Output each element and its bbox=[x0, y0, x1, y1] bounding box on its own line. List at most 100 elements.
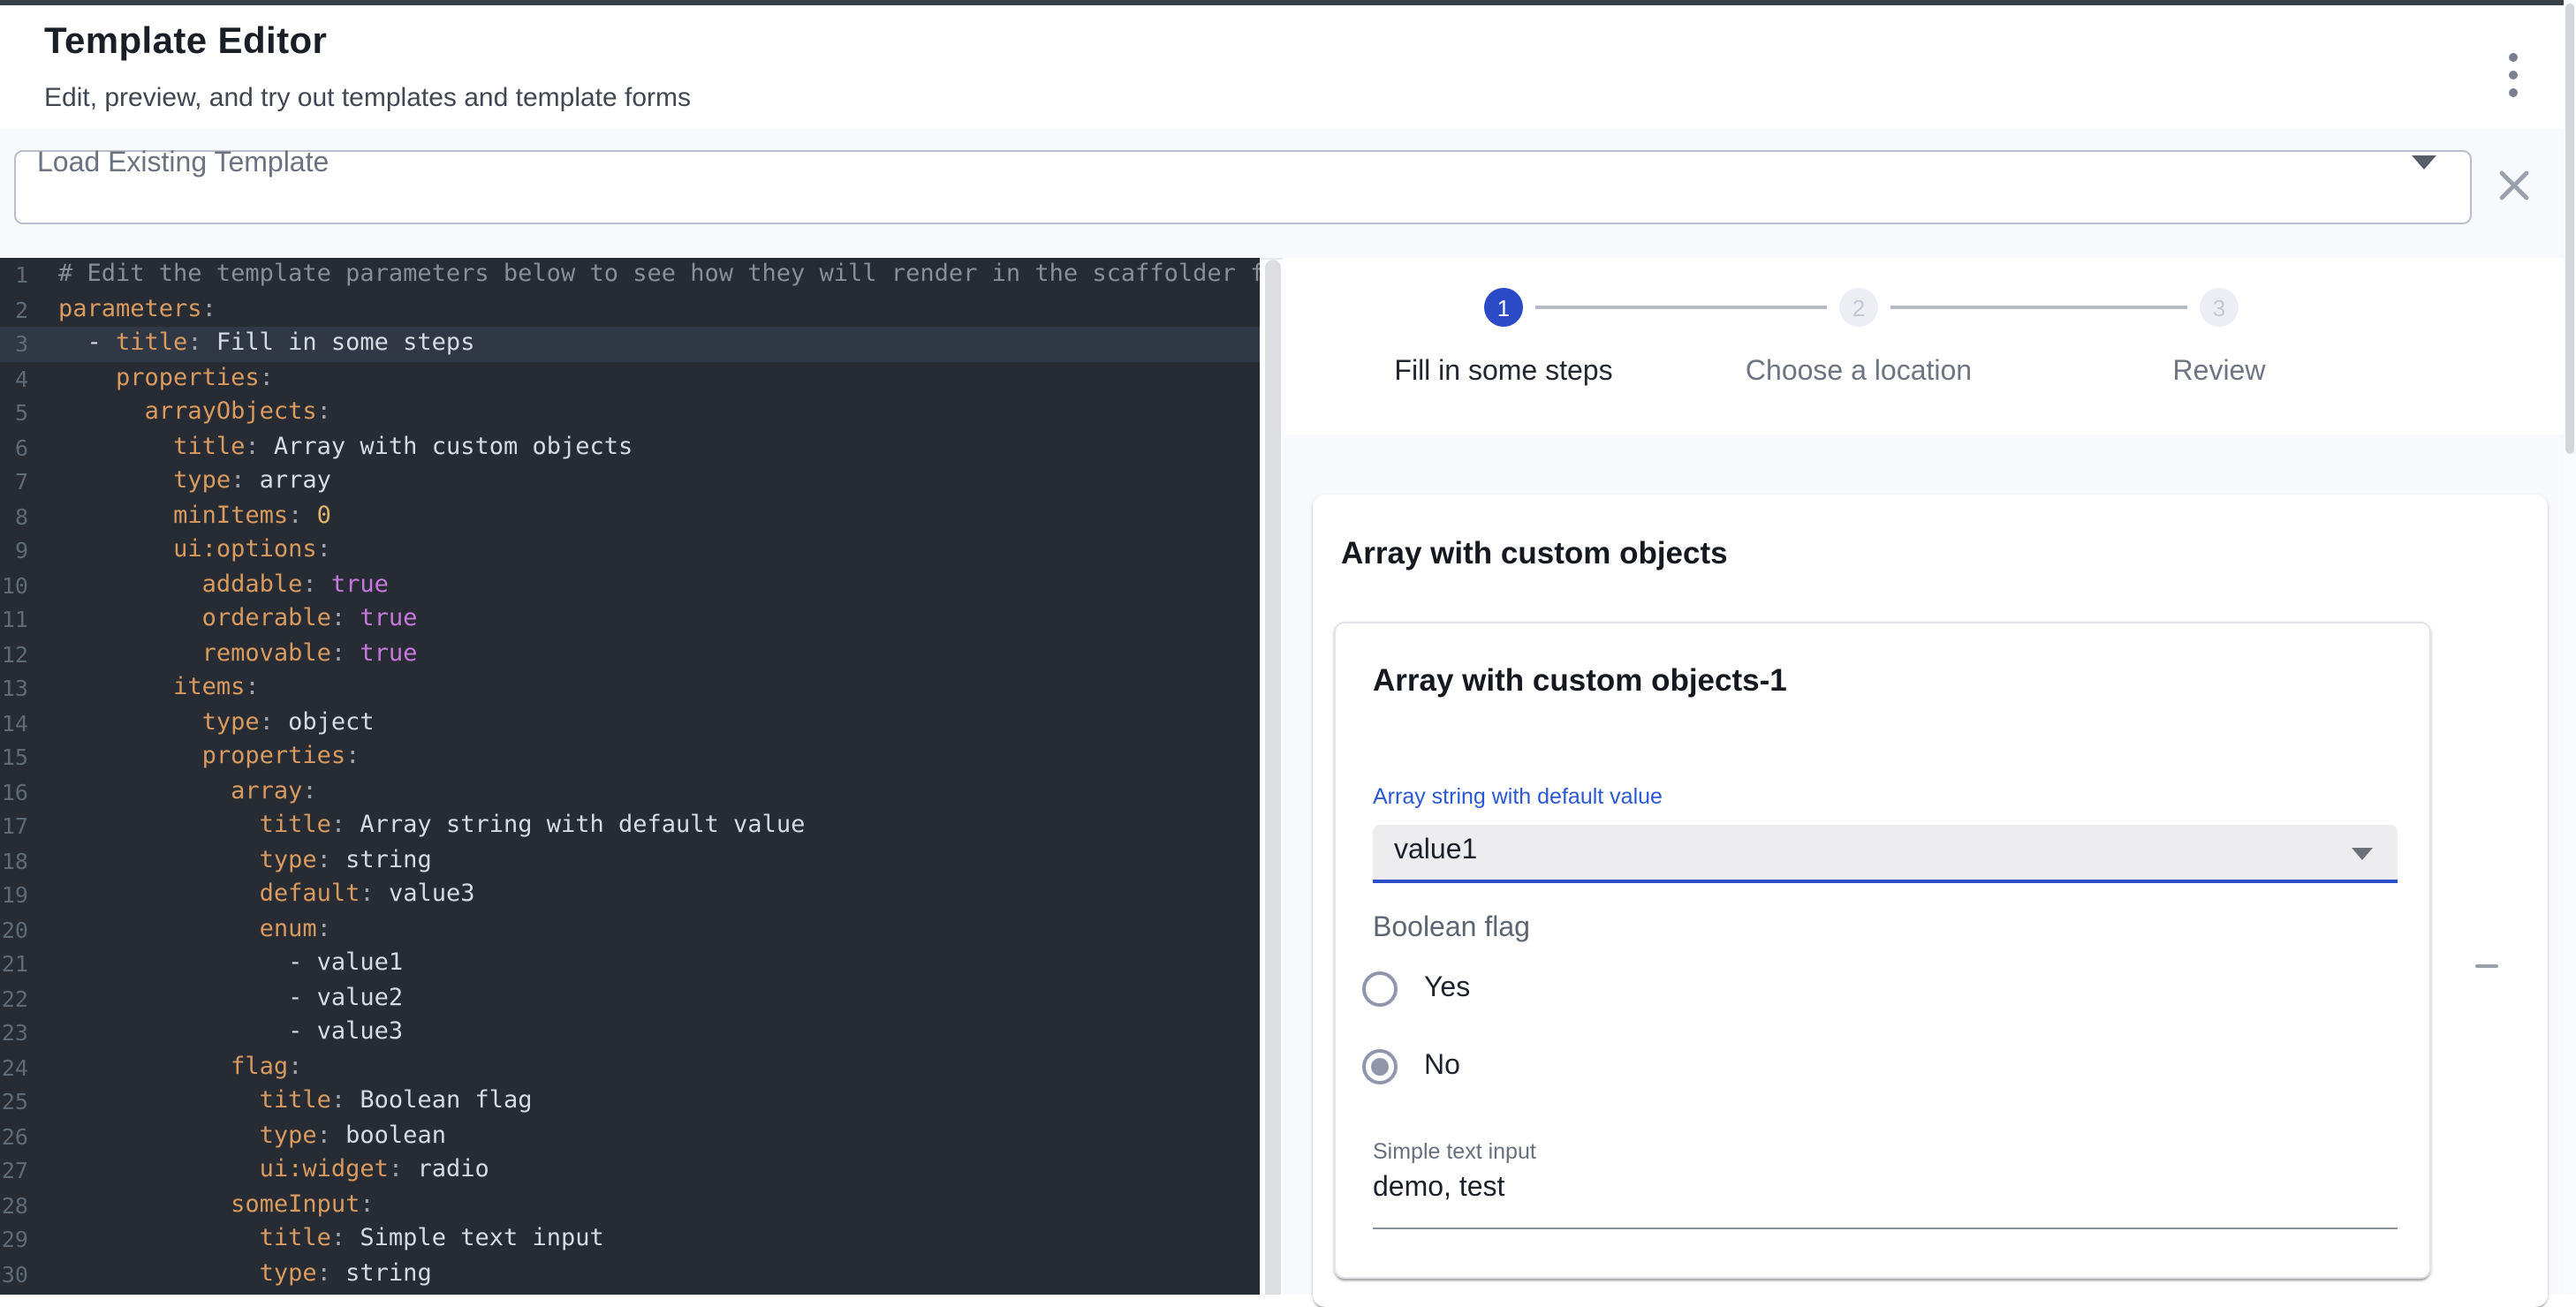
chevron-down-icon[interactable] bbox=[2412, 155, 2436, 170]
code-line[interactable]: 2parameters: bbox=[0, 292, 1260, 327]
code-line[interactable]: 14 type: object bbox=[0, 706, 1260, 740]
step-circle-3[interactable]: 3 bbox=[2200, 288, 2239, 327]
code-text: type: boolean bbox=[39, 1119, 446, 1153]
wizard-stepper bbox=[1283, 258, 2576, 434]
array-string-select-label: Array string with default value bbox=[1373, 784, 1663, 809]
code-line[interactable]: 17 title: Array string with default valu… bbox=[0, 809, 1260, 843]
line-number: 11 bbox=[0, 602, 39, 637]
radio-option-yes[interactable]: Yes bbox=[1359, 968, 1470, 1010]
code-text: arrayObjects: bbox=[39, 396, 331, 430]
pane-divider-scrollbar[interactable] bbox=[1265, 260, 1281, 1295]
code-line[interactable]: 3 - title: Fill in some steps bbox=[0, 327, 1260, 361]
line-number: 1 bbox=[0, 258, 39, 292]
line-number: 21 bbox=[0, 947, 39, 981]
line-number: 6 bbox=[0, 430, 39, 465]
code-line[interactable]: 28 someInput: bbox=[0, 1188, 1260, 1222]
code-line[interactable]: 10 addable: true bbox=[0, 568, 1260, 602]
code-line[interactable]: 7 type: array bbox=[0, 465, 1260, 499]
line-number: 16 bbox=[0, 774, 39, 809]
code-text: title: Array string with default value bbox=[39, 809, 805, 843]
page-scrollbar-thumb[interactable] bbox=[2565, 4, 2574, 454]
radio-selected-icon bbox=[1359, 1046, 1401, 1088]
code-line[interactable]: 9 ui:options: bbox=[0, 533, 1260, 568]
code-line[interactable]: 15 properties: bbox=[0, 740, 1260, 774]
step-connector-line bbox=[1890, 306, 2187, 308]
line-number: 15 bbox=[0, 740, 39, 774]
line-number: 12 bbox=[0, 637, 39, 671]
code-line[interactable]: 1# Edit the template parameters below to… bbox=[0, 258, 1260, 292]
code-line[interactable]: 23 - value3 bbox=[0, 1016, 1260, 1050]
line-number: 4 bbox=[0, 361, 39, 396]
step-circle-2[interactable]: 2 bbox=[1839, 288, 1878, 327]
code-line[interactable]: 16 array: bbox=[0, 774, 1260, 809]
line-number: 25 bbox=[0, 1084, 39, 1119]
code-text: array: bbox=[39, 774, 317, 809]
code-line[interactable]: 26 type: boolean bbox=[0, 1119, 1260, 1153]
code-text: type: string bbox=[39, 843, 432, 878]
code-text: ui:options: bbox=[39, 533, 331, 568]
step-circle-1[interactable]: 1 bbox=[1484, 288, 1523, 327]
line-number: 2 bbox=[0, 292, 39, 327]
step-label-2: Choose a location bbox=[1746, 357, 1972, 389]
code-line[interactable]: 5 arrayObjects: bbox=[0, 396, 1260, 430]
code-text: title: Array with custom objects bbox=[39, 430, 633, 465]
code-line[interactable]: 22 - value2 bbox=[0, 981, 1260, 1016]
code-text: parameters: bbox=[39, 292, 216, 327]
form-section-title: Array with custom objects bbox=[1341, 535, 1728, 572]
simple-text-input[interactable]: demo, test bbox=[1373, 1173, 1504, 1205]
yaml-code-editor[interactable]: 1# Edit the template parameters below to… bbox=[0, 258, 1260, 1295]
code-text: minItems: 0 bbox=[39, 499, 331, 533]
radio-label: Yes bbox=[1424, 973, 1470, 1005]
code-text: orderable: true bbox=[39, 602, 417, 637]
code-line[interactable]: 11 orderable: true bbox=[0, 602, 1260, 637]
line-number: 9 bbox=[0, 533, 39, 568]
line-number: 24 bbox=[0, 1050, 39, 1084]
code-line[interactable]: 29 title: Simple text input bbox=[0, 1222, 1260, 1257]
line-number: 13 bbox=[0, 671, 39, 706]
code-line[interactable]: 19 default: value3 bbox=[0, 878, 1260, 912]
code-line[interactable]: 24 flag: bbox=[0, 1050, 1260, 1084]
code-line[interactable]: 21 - value1 bbox=[0, 947, 1260, 981]
array-string-select[interactable] bbox=[1373, 825, 2398, 883]
code-text: properties: bbox=[39, 361, 274, 396]
code-line[interactable]: 12 removable: true bbox=[0, 637, 1260, 671]
code-line[interactable]: 20 enum: bbox=[0, 912, 1260, 947]
remove-array-item-button[interactable] bbox=[2456, 936, 2516, 996]
code-text: - value1 bbox=[39, 947, 403, 981]
code-line[interactable]: 27 ui:widget: radio bbox=[0, 1153, 1260, 1188]
line-number: 5 bbox=[0, 396, 39, 430]
select-arrow-icon bbox=[2352, 848, 2373, 860]
step-label-3: Review bbox=[2173, 357, 2266, 389]
code-text: flag: bbox=[39, 1050, 302, 1084]
more-options-kebab-icon[interactable] bbox=[2484, 41, 2541, 108]
code-text: properties: bbox=[39, 740, 360, 774]
code-text: enum: bbox=[39, 912, 331, 947]
line-number: 17 bbox=[0, 809, 39, 843]
line-number: 3 bbox=[0, 327, 39, 361]
radio-unselected-icon bbox=[1359, 968, 1401, 1010]
line-number: 23 bbox=[0, 1016, 39, 1050]
code-line[interactable]: 18 type: string bbox=[0, 843, 1260, 878]
clear-template-button[interactable] bbox=[2488, 159, 2541, 212]
input-underline bbox=[1373, 1228, 2398, 1230]
line-number: 10 bbox=[0, 568, 39, 602]
code-text: addable: true bbox=[39, 568, 389, 602]
load-template-select[interactable] bbox=[14, 150, 2472, 224]
code-line[interactable]: 6 title: Array with custom objects bbox=[0, 430, 1260, 465]
code-line[interactable]: 30 type: string bbox=[0, 1257, 1260, 1291]
page-subtitle: Edit, preview, and try out templates and… bbox=[44, 83, 691, 113]
radio-option-no[interactable]: No bbox=[1359, 1046, 1460, 1088]
line-number: 8 bbox=[0, 499, 39, 533]
code-text: # Edit the template parameters below to … bbox=[39, 258, 1260, 292]
code-text: - title: Fill in some steps bbox=[39, 327, 474, 361]
template-picker-bar: Load Existing Template bbox=[0, 129, 2576, 260]
code-line[interactable]: 13 items: bbox=[0, 671, 1260, 706]
array-string-select-value: value1 bbox=[1394, 835, 1477, 867]
code-text: ui:widget: radio bbox=[39, 1153, 489, 1188]
load-template-placeholder: Load Existing Template bbox=[37, 148, 329, 180]
code-text: type: string bbox=[39, 1257, 432, 1291]
code-line[interactable]: 4 properties: bbox=[0, 361, 1260, 396]
code-line[interactable]: 8 minItems: 0 bbox=[0, 499, 1260, 533]
step-label-1: Fill in some steps bbox=[1394, 357, 1612, 389]
code-line[interactable]: 25 title: Boolean flag bbox=[0, 1084, 1260, 1119]
